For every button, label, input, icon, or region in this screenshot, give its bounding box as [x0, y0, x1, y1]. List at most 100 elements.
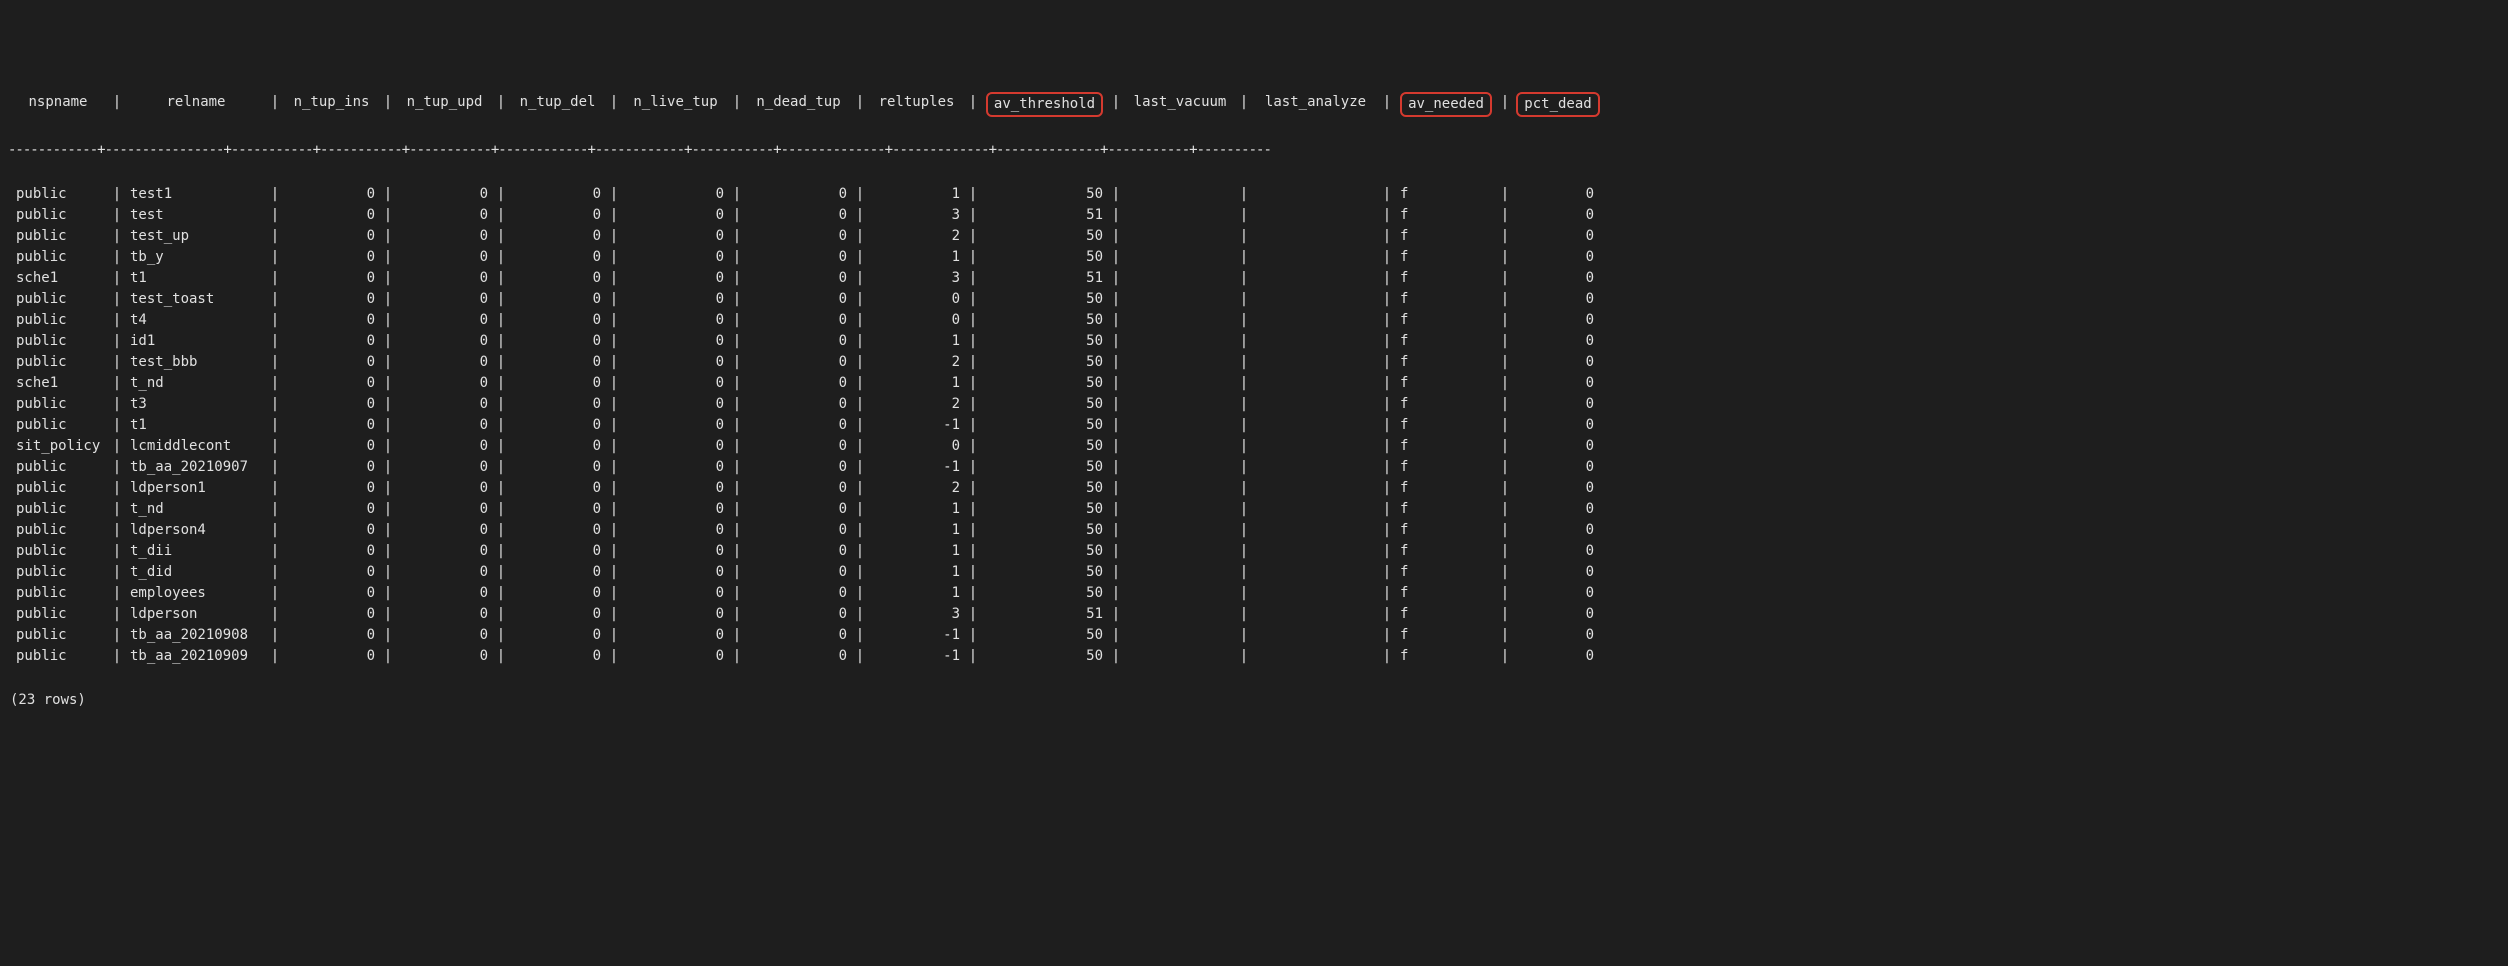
cell-last_analyze — [1253, 247, 1378, 268]
cell-n_tup_ins: 0 — [284, 541, 379, 562]
cell-pct_dead: 0 — [1514, 373, 1602, 394]
column-separator: | — [605, 562, 623, 583]
column-separator: | — [492, 352, 510, 373]
column-separator: | — [1496, 331, 1514, 352]
cell-reltuples: 2 — [869, 226, 964, 247]
cell-av_needed: f — [1396, 520, 1496, 541]
column-separator: | — [605, 520, 623, 541]
column-separator: | — [1496, 604, 1514, 625]
column-separator: | — [379, 184, 397, 205]
cell-pct_dead: 0 — [1514, 289, 1602, 310]
column-separator: | — [108, 541, 126, 562]
column-separator: | — [1496, 541, 1514, 562]
column-separator: | — [108, 499, 126, 520]
cell-av_needed: f — [1396, 583, 1496, 604]
cell-n_dead_tup: 0 — [746, 583, 851, 604]
cell-av_needed: f — [1396, 352, 1496, 373]
cell-n_tup_ins: 0 — [284, 247, 379, 268]
column-separator: | — [1235, 499, 1253, 520]
cell-pct_dead: 0 — [1514, 226, 1602, 247]
column-separator: | — [605, 247, 623, 268]
column-separator: | — [728, 457, 746, 478]
column-separator: | — [108, 226, 126, 247]
column-separator: | — [492, 646, 510, 667]
column-separator: | — [1235, 415, 1253, 436]
table-row: sche1|t_nd|0|0|0|0|0|1|50|||f|0 — [8, 373, 2500, 394]
cell-relname: ldperson4 — [126, 520, 266, 541]
column-separator: | — [728, 520, 746, 541]
cell-pct_dead: 0 — [1514, 541, 1602, 562]
cell-relname: t3 — [126, 394, 266, 415]
cell-n_tup_upd: 0 — [397, 625, 492, 646]
column-separator: | — [1107, 520, 1125, 541]
cell-last_analyze — [1253, 184, 1378, 205]
cell-n_dead_tup: 0 — [746, 373, 851, 394]
column-separator: | — [964, 247, 982, 268]
column-separator: | — [379, 583, 397, 604]
column-separator: | — [1496, 520, 1514, 541]
cell-av_threshold: 51 — [982, 268, 1107, 289]
column-separator: | — [1378, 520, 1396, 541]
column-separator: | — [1496, 289, 1514, 310]
header-nspname: nspname — [8, 92, 108, 117]
header-reltuples: reltuples — [869, 92, 964, 117]
column-separator: | — [1107, 457, 1125, 478]
column-separator: | — [266, 562, 284, 583]
cell-av_threshold: 51 — [982, 205, 1107, 226]
cell-av_needed: f — [1396, 247, 1496, 268]
column-separator: | — [1235, 541, 1253, 562]
cell-n_tup_del: 0 — [510, 541, 605, 562]
table-body: public|test1|0|0|0|0|0|1|50|||f|0public|… — [8, 184, 2500, 667]
cell-av_needed: f — [1396, 205, 1496, 226]
column-separator: | — [108, 247, 126, 268]
column-separator: | — [1378, 205, 1396, 226]
column-separator: | — [379, 247, 397, 268]
cell-n_tup_del: 0 — [510, 604, 605, 625]
column-separator: | — [1378, 289, 1396, 310]
cell-relname: t4 — [126, 310, 266, 331]
table-row: public|tb_aa_20210909|0|0|0|0|0|-1|50|||… — [8, 646, 2500, 667]
column-separator: | — [1378, 457, 1396, 478]
cell-n_tup_ins: 0 — [284, 478, 379, 499]
cell-n_tup_ins: 0 — [284, 289, 379, 310]
column-separator: | — [964, 310, 982, 331]
cell-last_analyze — [1253, 289, 1378, 310]
cell-last_vacuum — [1125, 541, 1235, 562]
column-separator: | — [1378, 310, 1396, 331]
cell-n_tup_upd: 0 — [397, 352, 492, 373]
cell-relname: id1 — [126, 331, 266, 352]
cell-reltuples: 3 — [869, 268, 964, 289]
column-separator: | — [108, 310, 126, 331]
column-separator: | — [492, 268, 510, 289]
cell-pct_dead: 0 — [1514, 331, 1602, 352]
column-separator: | — [964, 184, 982, 205]
column-separator: | — [851, 457, 869, 478]
cell-n_live_tup: 0 — [623, 184, 728, 205]
cell-relname: ldperson1 — [126, 478, 266, 499]
cell-av_threshold: 50 — [982, 520, 1107, 541]
cell-n_tup_upd: 0 — [397, 184, 492, 205]
cell-relname: t1 — [126, 415, 266, 436]
cell-n_tup_upd: 0 — [397, 247, 492, 268]
table-row: public|t4|0|0|0|0|0|0|50|||f|0 — [8, 310, 2500, 331]
column-separator: | — [1107, 646, 1125, 667]
cell-last_vacuum — [1125, 562, 1235, 583]
cell-last_vacuum — [1125, 457, 1235, 478]
column-separator: | — [266, 478, 284, 499]
cell-last_vacuum — [1125, 268, 1235, 289]
column-separator: | — [492, 331, 510, 352]
column-separator: | — [1107, 436, 1125, 457]
column-separator: | — [108, 205, 126, 226]
cell-nspname: public — [8, 499, 108, 520]
column-separator: | — [851, 646, 869, 667]
cell-av_needed: f — [1396, 289, 1496, 310]
cell-nspname: public — [8, 541, 108, 562]
column-separator: | — [1378, 352, 1396, 373]
header-av-threshold: av_threshold — [982, 92, 1107, 117]
cell-last_analyze — [1253, 268, 1378, 289]
cell-relname: test_toast — [126, 289, 266, 310]
header-relname: relname — [126, 92, 266, 117]
column-separator: | — [379, 289, 397, 310]
column-separator: | — [108, 415, 126, 436]
cell-av_threshold: 50 — [982, 436, 1107, 457]
